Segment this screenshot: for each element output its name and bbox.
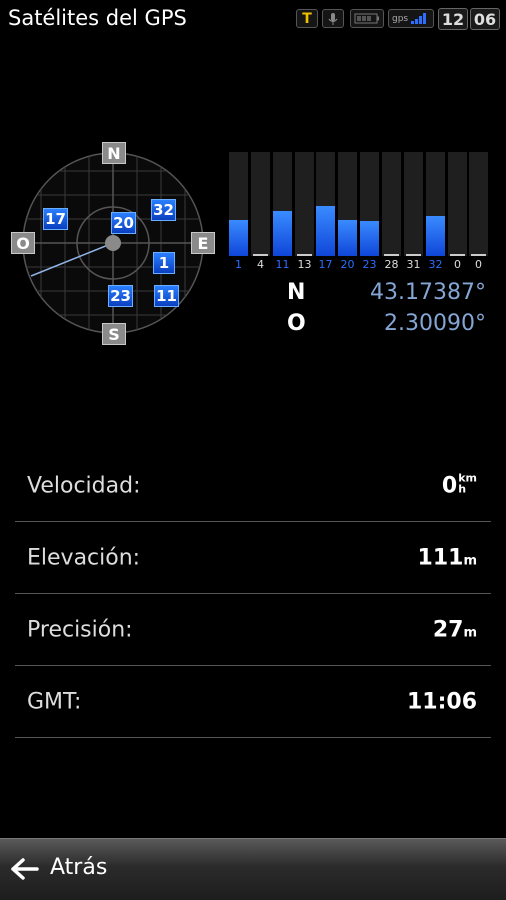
- signal-bar-empty: [297, 254, 312, 256]
- signal-bar: [382, 152, 401, 256]
- battery-icon: [350, 9, 384, 28]
- gmt-label: GMT:: [27, 689, 82, 714]
- signal-bar: [469, 152, 488, 256]
- compass-south-label: S: [102, 323, 126, 345]
- signal-bar: [426, 152, 445, 256]
- signal-bar: [273, 152, 292, 256]
- signal-bar-empty: [471, 254, 486, 256]
- signal-bar-fill: [338, 220, 357, 256]
- elevation-row: Elevación: 111m: [15, 522, 491, 594]
- signal-bar: [229, 152, 248, 256]
- signal-bar-fill: [229, 220, 248, 256]
- signal-bar: [404, 152, 423, 256]
- gps-signal-icon: gps: [388, 9, 434, 28]
- signal-bar-label: 32: [428, 258, 443, 271]
- gmt-row: GMT: 11:06: [15, 666, 491, 738]
- signal-bar-label: 0: [475, 258, 482, 271]
- receiver-dot: [105, 235, 121, 251]
- satellite-marker: 1: [153, 252, 175, 274]
- signal-bar-fill: [273, 211, 292, 256]
- signal-bar-empty: [450, 254, 465, 256]
- signal-bar: [295, 152, 314, 256]
- signal-bar-empty: [253, 254, 268, 256]
- signal-bar-label: 13: [297, 258, 312, 271]
- speed-unit: km h: [458, 471, 477, 495]
- signal-bar: [338, 152, 357, 256]
- signal-bar-label: 23: [362, 258, 377, 271]
- gmt-value: 11:06: [406, 689, 477, 714]
- satellite-marker: 11: [154, 285, 179, 307]
- signal-bar-label: 28: [384, 258, 399, 271]
- signal-bar: [316, 152, 335, 256]
- signal-strength-chart: 1 4 11 13 17 20 23 28 31 32 0 0: [229, 152, 491, 272]
- signal-bar-label: 4: [257, 258, 264, 271]
- signal-bar: [360, 152, 379, 256]
- t9-text-icon: T: [296, 9, 318, 28]
- back-button[interactable]: Atrás: [50, 855, 107, 880]
- signal-bar: [448, 152, 467, 256]
- signal-bar-label: 0: [454, 258, 461, 271]
- elevation-value: 111m: [417, 545, 477, 570]
- elevation-unit: m: [463, 553, 477, 568]
- clock-hours: 12: [438, 8, 468, 30]
- signal-bar-fill: [426, 216, 445, 256]
- signal-bar-empty: [384, 254, 399, 256]
- speed-row: Velocidad: 0 km h: [15, 450, 491, 522]
- back-arrow-icon[interactable]: [10, 858, 40, 884]
- signal-bar-label: 20: [340, 258, 355, 271]
- bottom-bar: Atrás: [0, 838, 506, 900]
- signal-bar-fill: [316, 206, 335, 256]
- elevation-label: Elevación:: [27, 545, 141, 570]
- compass-west-label: O: [11, 232, 35, 254]
- precision-unit: m: [463, 625, 477, 640]
- compass-east-label: E: [191, 232, 215, 254]
- signal-bar-label: 31: [406, 258, 421, 271]
- satellite-marker: 17: [43, 208, 68, 230]
- signal-bar: [251, 152, 270, 256]
- precision-row: Precisión: 27m: [15, 594, 491, 666]
- signal-bar-empty: [406, 254, 421, 256]
- satellite-marker: 20: [111, 212, 136, 234]
- signal-bar-label: 11: [275, 258, 290, 271]
- latitude-direction: N: [287, 280, 306, 305]
- satellite-marker: 23: [108, 285, 133, 307]
- clock-minutes: 06: [470, 8, 500, 30]
- speed-label: Velocidad:: [27, 473, 141, 498]
- signal-bar-label: 17: [318, 258, 333, 271]
- compass-north-label: N: [102, 142, 126, 164]
- latitude-value: 43.17387°: [370, 280, 486, 305]
- speed-value: 0 km h: [441, 471, 477, 498]
- microphone-icon: [322, 9, 344, 28]
- signal-bar-fill: [360, 221, 379, 256]
- precision-value: 27m: [432, 617, 477, 642]
- longitude-value: 2.30090°: [384, 311, 486, 336]
- satellite-marker: 32: [151, 199, 176, 221]
- precision-label: Precisión:: [27, 617, 133, 642]
- longitude-direction: O: [287, 311, 306, 336]
- signal-bar-label: 1: [235, 258, 242, 271]
